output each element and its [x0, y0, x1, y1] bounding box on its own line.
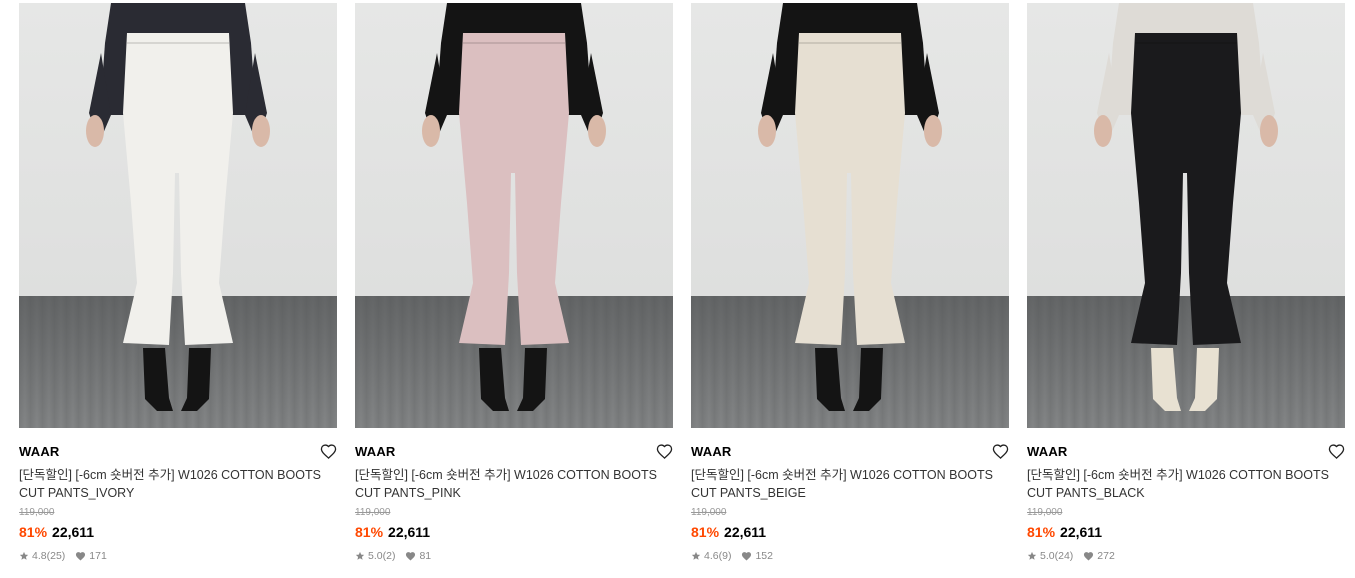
discount-rate: 81% — [1027, 524, 1056, 540]
wishlist-heart-icon[interactable] — [1327, 442, 1345, 460]
rating-value: 5.0 — [368, 550, 383, 562]
star-icon — [355, 551, 365, 561]
rating-value: 4.8 — [32, 550, 47, 562]
model-figure — [1094, 3, 1278, 411]
original-price: 119,000 — [1027, 507, 1063, 518]
review-count: (24) — [1054, 550, 1074, 562]
product-title[interactable]: [단독할인] [-6cm 숏버전 추가] W1026 COTTON BOOTS … — [19, 466, 329, 502]
like-count: 152 — [755, 550, 773, 562]
star-icon — [1027, 551, 1037, 561]
product-stats: 5.0 (2) 81 — [355, 549, 673, 563]
model-figure — [758, 3, 942, 411]
sale-price: 22,611 — [52, 524, 95, 540]
product-card[interactable]: WAAR [단독할인] [-6cm 숏버전 추가] W1026 COTTON B… — [19, 3, 337, 563]
product-image[interactable] — [19, 3, 337, 428]
brand-name[interactable]: WAAR — [19, 444, 60, 459]
like-count: 171 — [89, 550, 107, 562]
review-count: (9) — [718, 550, 732, 562]
price-row: 81% 22,611 — [1027, 523, 1345, 541]
product-image[interactable] — [691, 3, 1009, 428]
model-figure — [86, 3, 270, 411]
likes-heart-icon — [1083, 551, 1094, 561]
product-card[interactable]: WAAR [단독할인] [-6cm 숏버전 추가] W1026 COTTON B… — [355, 3, 673, 563]
rating-value: 4.6 — [704, 550, 719, 562]
original-price: 119,000 — [355, 507, 391, 518]
likes-heart-icon — [405, 551, 416, 561]
product-image[interactable] — [1027, 3, 1345, 428]
star-icon — [19, 551, 29, 561]
price-row: 81% 22,611 — [355, 523, 673, 541]
price-row: 81% 22,611 — [691, 523, 1009, 541]
wishlist-heart-icon[interactable] — [991, 442, 1009, 460]
brand-name[interactable]: WAAR — [355, 444, 396, 459]
discount-rate: 81% — [691, 524, 720, 540]
product-image[interactable] — [355, 3, 673, 428]
wishlist-heart-icon[interactable] — [319, 442, 337, 460]
sale-price: 22,611 — [724, 524, 767, 540]
like-count: 81 — [419, 550, 432, 562]
wishlist-heart-icon[interactable] — [655, 442, 673, 460]
brand-name[interactable]: WAAR — [691, 444, 732, 459]
product-stats: 4.8 (25) 171 — [19, 549, 337, 563]
rating-value: 5.0 — [1040, 550, 1055, 562]
product-card[interactable]: WAAR [단독할인] [-6cm 숏버전 추가] W1026 COTTON B… — [1027, 3, 1345, 563]
model-figure — [422, 3, 606, 411]
price-row: 81% 22,611 — [19, 523, 337, 541]
original-price: 119,000 — [691, 507, 727, 518]
product-title[interactable]: [단독할인] [-6cm 숏버전 추가] W1026 COTTON BOOTS … — [1027, 466, 1337, 502]
review-count: (25) — [46, 550, 66, 562]
product-stats: 5.0 (24) 272 — [1027, 549, 1345, 563]
product-grid: WAAR [단독할인] [-6cm 숏버전 추가] W1026 COTTON B… — [19, 3, 1345, 563]
likes-heart-icon — [75, 551, 86, 561]
original-price: 119,000 — [19, 507, 55, 518]
product-card[interactable]: WAAR [단독할인] [-6cm 숏버전 추가] W1026 COTTON B… — [691, 3, 1009, 563]
like-count: 272 — [1097, 550, 1115, 562]
sale-price: 22,611 — [388, 524, 431, 540]
discount-rate: 81% — [355, 524, 384, 540]
product-title[interactable]: [단독할인] [-6cm 숏버전 추가] W1026 COTTON BOOTS … — [691, 466, 1001, 502]
product-title[interactable]: [단독할인] [-6cm 숏버전 추가] W1026 COTTON BOOTS … — [355, 466, 665, 502]
star-icon — [691, 551, 701, 561]
review-count: (2) — [382, 550, 396, 562]
brand-name[interactable]: WAAR — [1027, 444, 1068, 459]
sale-price: 22,611 — [1060, 524, 1103, 540]
discount-rate: 81% — [19, 524, 48, 540]
product-stats: 4.6 (9) 152 — [691, 549, 1009, 563]
likes-heart-icon — [741, 551, 752, 561]
